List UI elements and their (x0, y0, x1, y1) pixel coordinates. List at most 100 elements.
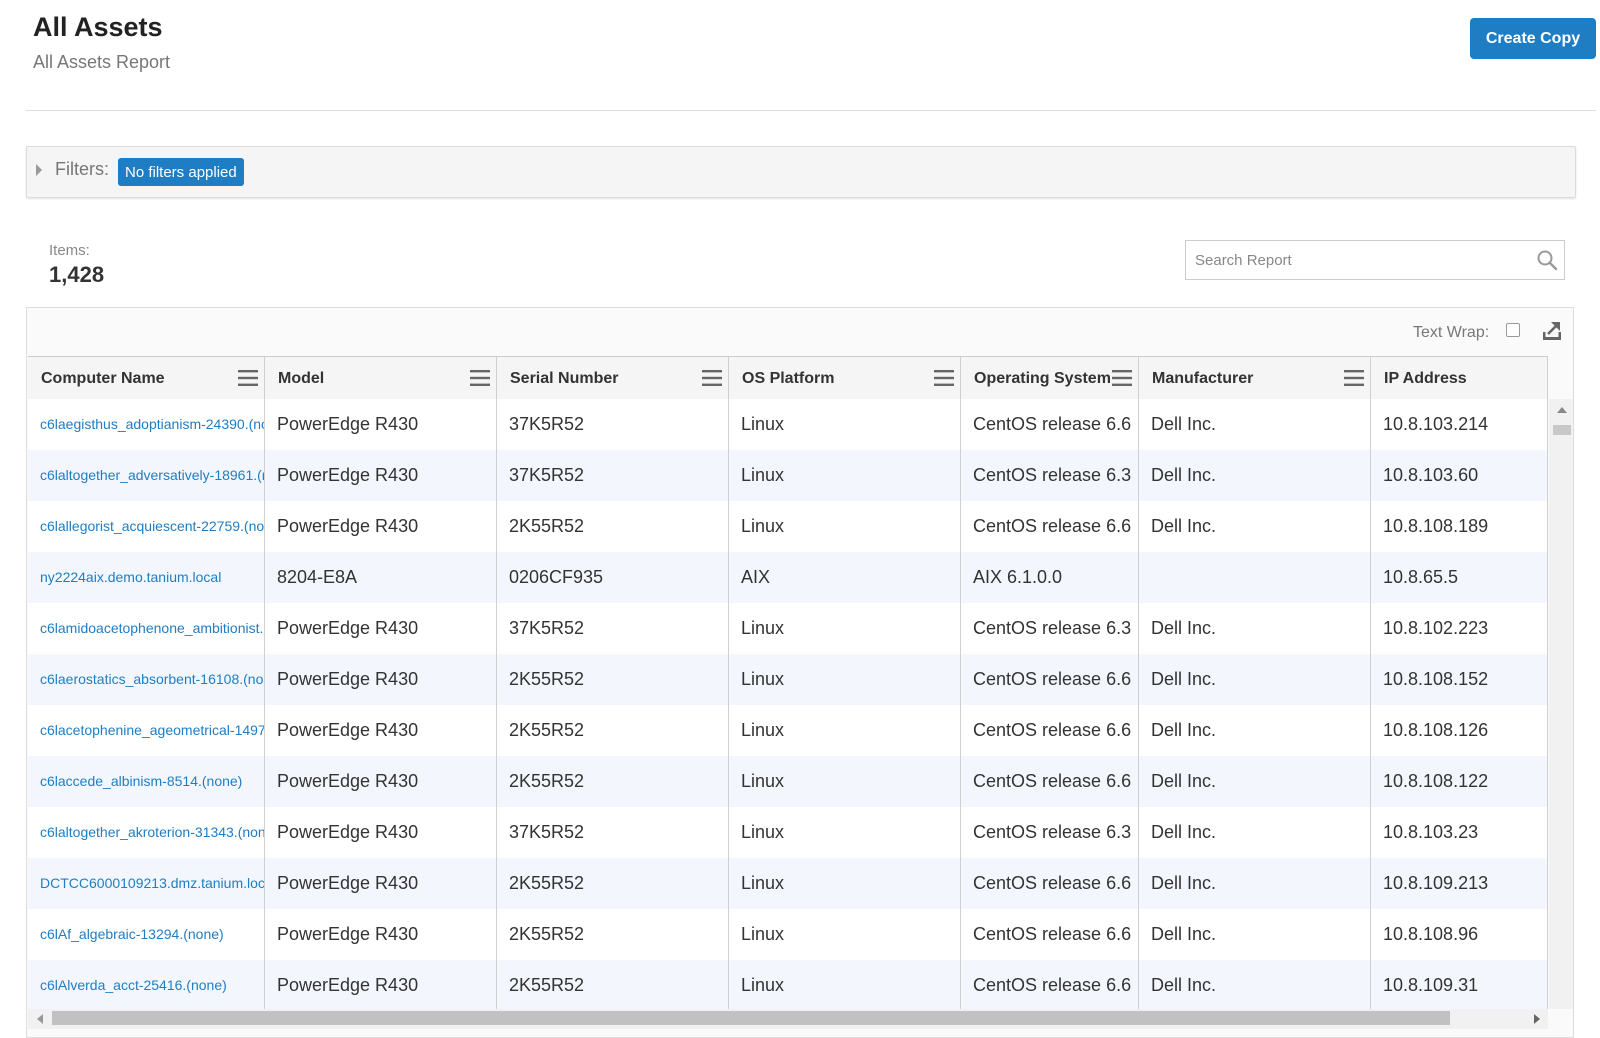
column-header-model[interactable]: Model (265, 357, 497, 399)
table-row[interactable]: c6laegisthus_adoptianism-24390.(none) Po… (28, 399, 1548, 450)
computer-name-link[interactable]: c6laegisthus_adoptianism-24390.(none) (28, 399, 265, 450)
create-copy-button[interactable]: Create Copy (1470, 18, 1596, 59)
computer-name-link[interactable]: c6laltogether_akroterion-31343.(none) (28, 807, 265, 858)
serial-number-cell: 2K55R52 (497, 960, 729, 1009)
serial-number-cell: 37K5R52 (497, 450, 729, 501)
table-row[interactable]: c6lAlverda_acct-25416.(none) PowerEdge R… (28, 960, 1548, 1009)
page-subtitle: All Assets Report (33, 52, 171, 72)
text-wrap-label: Text Wrap: (1413, 324, 1490, 341)
manufacturer-cell: Dell Inc. (1139, 705, 1371, 756)
ip-address-cell: 10.8.108.126 (1371, 705, 1548, 756)
operating-system-cell: CentOS release 6.3 (961, 603, 1139, 654)
vertical-scroll-thumb[interactable] (1553, 425, 1571, 435)
search-input[interactable] (1186, 241, 1525, 279)
serial-number-cell: 2K55R52 (497, 858, 729, 909)
manufacturer-cell: Dell Inc. (1139, 654, 1371, 705)
manufacturer-cell: Dell Inc. (1139, 807, 1371, 858)
horizontal-scroll-thumb[interactable] (52, 1011, 1450, 1025)
search-box (1185, 240, 1565, 280)
grid-body: c6laegisthus_adoptianism-24390.(none) Po… (28, 399, 1548, 1009)
scroll-right-arrow-icon[interactable] (1534, 1014, 1540, 1024)
computer-name-link[interactable]: c6lacetophenine_ageometrical-14977.(none… (28, 705, 265, 756)
vertical-scrollbar[interactable] (1549, 399, 1573, 1009)
filters-label: Filters: (55, 159, 109, 179)
operating-system-cell: AIX 6.1.0.0 (961, 552, 1139, 603)
manufacturer-cell (1139, 552, 1371, 603)
page-title: All Assets (33, 12, 163, 42)
model-cell: PowerEdge R430 (265, 399, 497, 450)
computer-name-link[interactable]: c6laltogether_adversatively-18961.(none) (28, 450, 265, 501)
serial-number-cell: 2K55R52 (497, 654, 729, 705)
serial-number-cell: 37K5R52 (497, 807, 729, 858)
table-row[interactable]: c6laltogether_akroterion-31343.(none) Po… (28, 807, 1548, 858)
operating-system-cell: CentOS release 6.6 (961, 858, 1139, 909)
serial-number-cell: 2K55R52 (497, 501, 729, 552)
operating-system-cell: CentOS release 6.6 (961, 654, 1139, 705)
table-row[interactable]: c6laerostatics_absorbent-16108.(none) Po… (28, 654, 1548, 705)
scroll-left-arrow-icon[interactable] (37, 1014, 43, 1024)
table-row[interactable]: ny2224aix.demo.tanium.local 8204-E8A 020… (28, 552, 1548, 603)
search-icon[interactable] (1536, 249, 1558, 271)
column-header-os-platform[interactable]: OS Platform (729, 357, 961, 399)
filters-status-badge: No filters applied (118, 158, 244, 186)
operating-system-cell: CentOS release 6.3 (961, 807, 1139, 858)
items-label: Items: (49, 242, 90, 259)
computer-name-link[interactable]: c6laccede_albinism-8514.(none) (28, 756, 265, 807)
computer-name-link[interactable]: c6lAlverda_acct-25416.(none) (28, 960, 265, 1009)
export-icon[interactable] (1542, 320, 1562, 342)
header-divider (26, 110, 1596, 111)
filters-bar[interactable]: Filters: No filters applied (26, 146, 1576, 198)
column-header-manufacturer[interactable]: Manufacturer (1139, 357, 1371, 399)
os-platform-cell: Linux (729, 756, 961, 807)
grid-header: Computer Name Model Serial Number OS Pla… (28, 356, 1548, 400)
serial-number-cell: 37K5R52 (497, 399, 729, 450)
column-menu-icon[interactable] (934, 369, 954, 387)
column-menu-icon[interactable] (238, 369, 258, 387)
table-row[interactable]: c6laccede_albinism-8514.(none) PowerEdge… (28, 756, 1548, 807)
column-header-serial-number[interactable]: Serial Number (497, 357, 729, 399)
column-menu-icon[interactable] (1344, 369, 1364, 387)
os-platform-cell: Linux (729, 858, 961, 909)
os-platform-cell: Linux (729, 450, 961, 501)
computer-name-link[interactable]: c6laerostatics_absorbent-16108.(none) (28, 654, 265, 705)
text-wrap-checkbox[interactable] (1506, 323, 1520, 337)
operating-system-cell: CentOS release 6.6 (961, 756, 1139, 807)
table-row[interactable]: c6laltogether_adversatively-18961.(none)… (28, 450, 1548, 501)
model-cell: PowerEdge R430 (265, 705, 497, 756)
horizontal-scrollbar[interactable] (28, 1009, 1548, 1029)
column-header-computer-name[interactable]: Computer Name (28, 357, 265, 399)
os-platform-cell: Linux (729, 807, 961, 858)
operating-system-cell: CentOS release 6.6 (961, 960, 1139, 1009)
model-cell: PowerEdge R430 (265, 807, 497, 858)
column-header-ip-address[interactable]: IP Address (1371, 357, 1548, 399)
ip-address-cell: 10.8.109.213 (1371, 858, 1548, 909)
model-cell: PowerEdge R430 (265, 501, 497, 552)
column-header-operating-system[interactable]: Operating System (961, 357, 1139, 399)
model-cell: PowerEdge R430 (265, 858, 497, 909)
model-cell: PowerEdge R430 (265, 654, 497, 705)
manufacturer-cell: Dell Inc. (1139, 909, 1371, 960)
table-row[interactable]: DCTCC6000109213.dmz.tanium.local PowerEd… (28, 858, 1548, 909)
ip-address-cell: 10.8.103.23 (1371, 807, 1548, 858)
operating-system-cell: CentOS release 6.6 (961, 909, 1139, 960)
table-row[interactable]: c6lAf_algebraic-13294.(none) PowerEdge R… (28, 909, 1548, 960)
scroll-up-arrow-icon[interactable] (1557, 407, 1567, 413)
computer-name-link[interactable]: DCTCC6000109213.dmz.tanium.local (28, 858, 265, 909)
column-menu-icon[interactable] (1112, 369, 1132, 387)
expand-caret-icon[interactable] (36, 164, 42, 176)
table-row[interactable]: c6lamidoacetophenone_ambitionist.(none) … (28, 603, 1548, 654)
table-row[interactable]: c6lacetophenine_ageometrical-14977.(none… (28, 705, 1548, 756)
operating-system-cell: CentOS release 6.3 (961, 450, 1139, 501)
computer-name-link[interactable]: ny2224aix.demo.tanium.local (28, 552, 265, 603)
os-platform-cell: Linux (729, 705, 961, 756)
serial-number-cell: 2K55R52 (497, 756, 729, 807)
report-grid: Text Wrap: Computer Name Model Serial Nu… (26, 307, 1574, 1038)
column-menu-icon[interactable] (702, 369, 722, 387)
os-platform-cell: Linux (729, 399, 961, 450)
computer-name-link[interactable]: c6lAf_algebraic-13294.(none) (28, 909, 265, 960)
computer-name-link[interactable]: c6lallegorist_acquiescent-22759.(none) (28, 501, 265, 552)
table-row[interactable]: c6lallegorist_acquiescent-22759.(none) P… (28, 501, 1548, 552)
manufacturer-cell: Dell Inc. (1139, 501, 1371, 552)
column-menu-icon[interactable] (470, 369, 490, 387)
computer-name-link[interactable]: c6lamidoacetophenone_ambitionist.(none) (28, 603, 265, 654)
